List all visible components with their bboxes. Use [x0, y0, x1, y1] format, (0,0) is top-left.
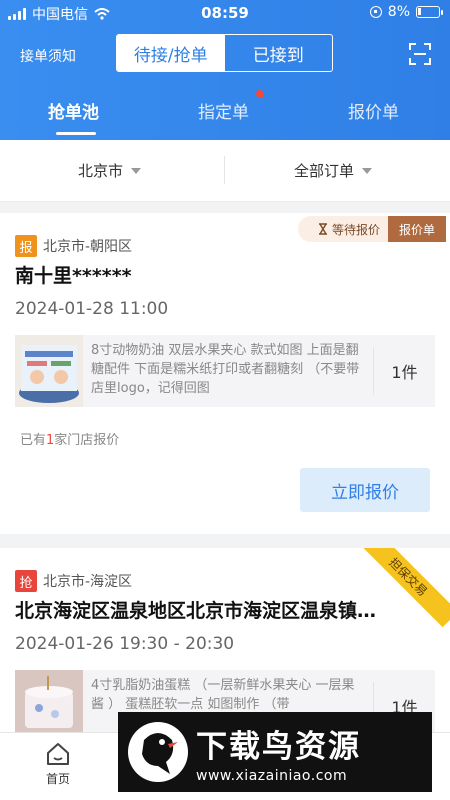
order-title: 北京海淀区温泉地区北京市海淀区温泉镇… [15, 600, 377, 622]
store-quote-count: 已有1家门店报价 [20, 429, 119, 448]
order-location: 抢 北京市-海淀区 [15, 570, 132, 592]
city-filter-label: 北京市 [78, 162, 124, 180]
order-type-filter[interactable]: 全部订单 [294, 160, 373, 181]
order-tabs: 抢单池 指定单 报价单 [0, 88, 450, 140]
watermark-url: www.xiazainiao.com [196, 767, 348, 784]
order-notice-link[interactable]: 接单须知 [20, 46, 76, 66]
product-quantity: 1件 [373, 347, 435, 395]
location-label: 北京市-朝阳区 [43, 239, 133, 255]
tab-quote[interactable]: 报价单 [348, 98, 399, 123]
grab-type-badge: 抢 [15, 570, 37, 592]
product-row[interactable]: 8寸动物奶油 双层水果夹心 款式如图 上面是翻糖配件 下面是糯米纸打印或者翻糖刻… [15, 335, 435, 407]
order-location: 报 北京市-朝阳区 [15, 235, 132, 257]
home-icon [47, 743, 69, 765]
order-time: 2024-01-28 11:00 [15, 299, 169, 319]
quote-now-button[interactable]: 立即报价 [300, 468, 430, 512]
scan-icon[interactable] [408, 42, 432, 66]
type-badge: 报价单 [388, 216, 446, 242]
filter-divider [224, 156, 225, 184]
location-label: 北京市-海淀区 [43, 574, 133, 590]
store-count-prefix: 已有 [20, 433, 47, 448]
tab-grab-pool[interactable]: 抢单池 [48, 98, 99, 123]
quote-type-badge: 报 [15, 235, 37, 257]
tab-assigned[interactable]: 指定单 [198, 98, 249, 123]
segment-accepted[interactable]: 已接到 [225, 35, 333, 71]
status-badge: 等待报价 [297, 216, 388, 242]
order-title: 南十里****** [15, 265, 132, 287]
city-filter[interactable]: 北京市 [78, 160, 142, 181]
segment-pending[interactable]: 待接/抢单 [117, 35, 225, 71]
caret-down-icon [131, 167, 142, 174]
watermark: 下载鸟资源 www.xiazainiao.com [118, 712, 432, 792]
header: 中国电信 08:59 8% 接单须知 待接/抢单 已接到 抢单池 指定单 报价单 [0, 0, 450, 140]
caret-down-icon [362, 167, 373, 174]
hourglass-icon [318, 223, 327, 235]
order-time: 2024-01-26 19:30 - 20:30 [15, 634, 235, 654]
store-count-suffix: 家门店报价 [54, 433, 120, 448]
status-bar: 中国电信 08:59 8% [0, 0, 450, 26]
order-status-segment: 待接/抢单 已接到 [116, 34, 333, 72]
active-tab-indicator [56, 132, 96, 135]
nav-home-label: 首页 [45, 772, 70, 786]
product-thumbnail [15, 335, 83, 407]
rotation-lock-icon [369, 6, 382, 18]
nav-home[interactable]: 首页 [36, 741, 80, 787]
order-type-filter-label: 全部订单 [294, 162, 355, 180]
battery-icon [416, 6, 443, 18]
product-description: 8寸动物奶油 双层水果夹心 款式如图 上面是翻糖配件 下面是糯米纸打印或者翻糖刻… [91, 343, 360, 396]
battery-percent: 8% [387, 4, 410, 20]
unread-dot [256, 90, 264, 98]
watermark-title: 下载鸟资源 [196, 728, 361, 765]
filter-bar: 北京市 全部订单 [0, 140, 450, 202]
bird-logo-icon [128, 722, 188, 782]
order-card[interactable]: 等待报价 报价单 报 北京市-朝阳区 南十里****** 2024-01-28 … [0, 213, 450, 534]
status-badge-label: 等待报价 [331, 222, 380, 237]
